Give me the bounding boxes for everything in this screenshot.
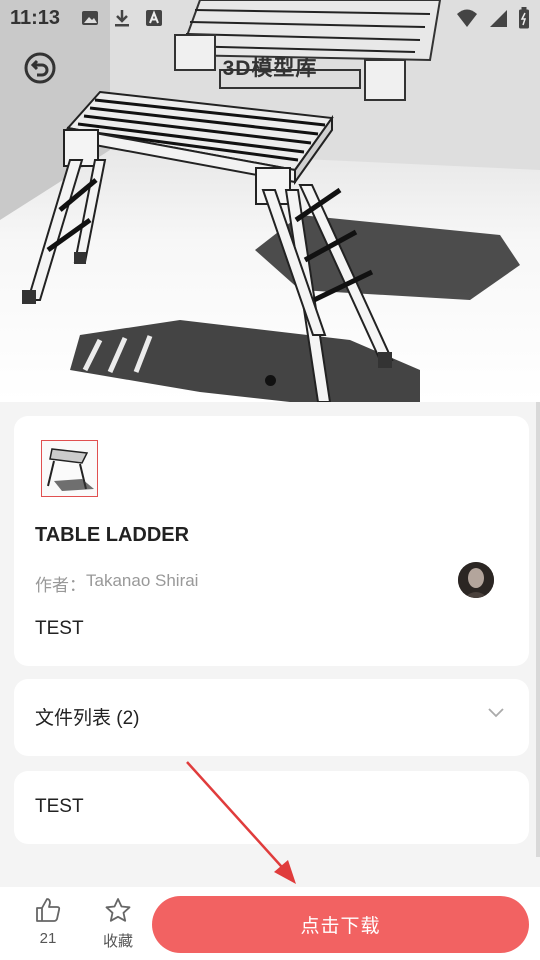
favorite-button[interactable]: 收藏 <box>98 897 138 951</box>
download-icon <box>115 10 129 27</box>
status-time: 11:13 <box>10 7 61 29</box>
image-icon <box>82 11 98 25</box>
wifi-icon <box>457 9 477 27</box>
file-list-label: 文件列表 (2) <box>35 708 140 729</box>
chevron-down-icon[interactable] <box>487 705 505 719</box>
like-count: 21 <box>39 930 57 947</box>
avatar-image <box>458 562 494 598</box>
a-box-icon <box>146 10 162 26</box>
carousel-dot-active[interactable] <box>265 375 276 386</box>
notification-icons <box>80 8 164 28</box>
author-prefix: 作者： <box>35 576 86 595</box>
model-info-card: TABLE LADDER 作者： Takanao Shirai TEST <box>14 416 529 666</box>
extra-info-card: TEST <box>14 771 529 844</box>
page-title: 3D模型库 <box>222 57 318 80</box>
favorite-label: 收藏 <box>102 933 133 950</box>
author-name[interactable]: Takanao Shirai <box>86 571 198 596</box>
ladder-thumbnail-image <box>42 441 97 496</box>
author-avatar[interactable] <box>458 562 494 598</box>
status-bar: 11:13 <box>0 0 540 36</box>
model-thumbnail[interactable] <box>41 440 98 497</box>
like-button[interactable]: 21 <box>30 897 66 947</box>
model-description: TEST <box>35 618 84 639</box>
system-icons <box>456 7 530 29</box>
extra-info-text: TEST <box>35 796 84 817</box>
file-list-card[interactable]: 文件列表 (2) <box>14 679 529 756</box>
bottom-action-bar: 21 收藏 点击下载 <box>0 887 540 960</box>
model-title: TABLE LADDER <box>35 524 190 546</box>
download-button[interactable]: 点击下载 <box>152 896 529 953</box>
author-row: 作者： Takanao Shirai <box>35 571 198 596</box>
thumbs-up-icon <box>36 898 61 922</box>
scrollbar[interactable] <box>536 402 540 857</box>
battery-icon <box>519 7 529 29</box>
signal-icon <box>490 10 507 27</box>
star-icon <box>105 898 131 922</box>
